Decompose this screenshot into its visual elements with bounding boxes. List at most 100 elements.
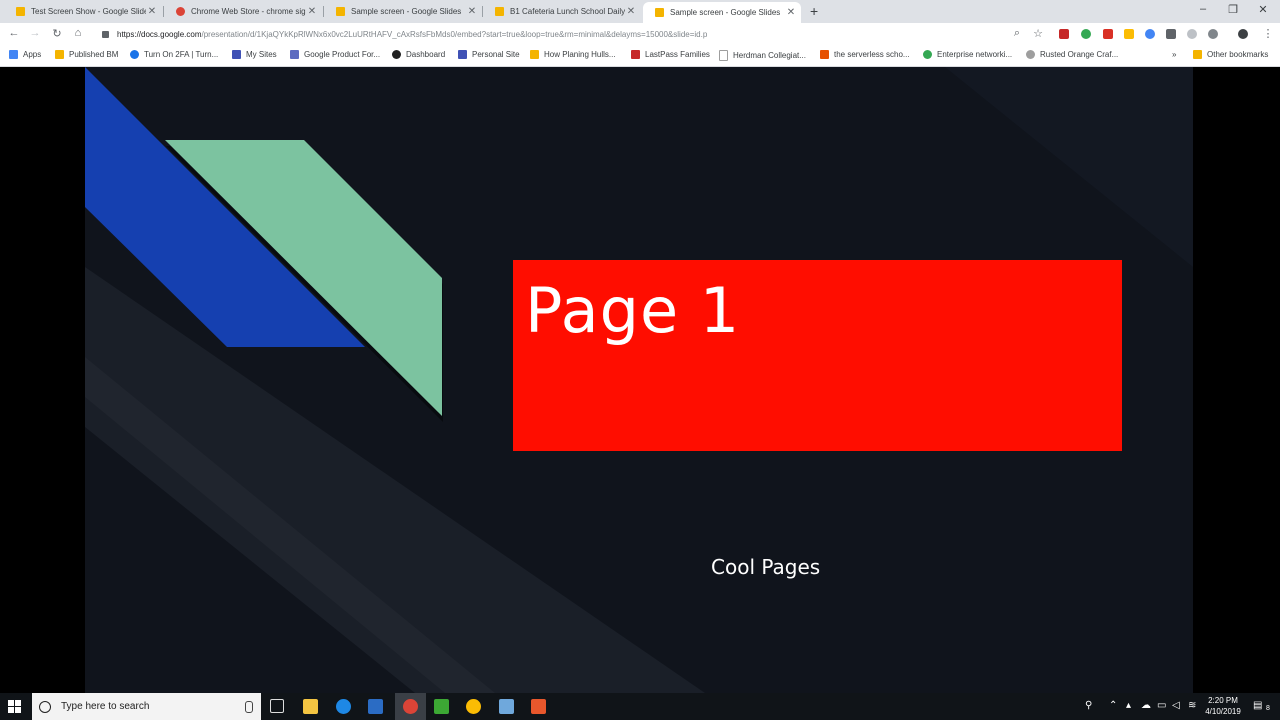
- browser-toolbar: ← → ↻ ⌂ https://docs.google.com/presenta…: [0, 23, 1280, 45]
- bookmarks-bar: Apps Published BM Turn On 2FA | Turn... …: [0, 45, 1280, 67]
- notification-center-icon[interactable]: ▤: [1253, 700, 1262, 711]
- bookmark-item[interactable]: How Planing Hulls...: [530, 50, 616, 59]
- slides-favicon-icon: [336, 7, 345, 16]
- sites-icon: [458, 50, 467, 59]
- people-icon[interactable]: ⚲: [1085, 700, 1092, 711]
- bookmark-favicon-icon: [130, 50, 139, 59]
- minimize-button[interactable]: –: [1188, 3, 1218, 15]
- extension-yellow-icon[interactable]: [1124, 29, 1134, 39]
- system-clock[interactable]: 2:20 PM 4/10/2019: [1200, 695, 1246, 717]
- tray-chevron-up-icon[interactable]: ⌃: [1109, 700, 1117, 711]
- taskbar: Type here to search ⚲ ⌃ ▴ ☁ ▭ ◁ ≋ 2:20 P…: [0, 693, 1280, 720]
- edge-browser-icon[interactable]: [336, 699, 351, 714]
- slide[interactable]: Page 1 Cool Pages: [85, 67, 1193, 693]
- search-placeholder: Type here to search: [61, 701, 150, 712]
- url-text: https://docs.google.com/presentation/d/1…: [117, 29, 708, 39]
- bookmark-item[interactable]: Enterprise networki...: [923, 50, 1012, 59]
- tab-2[interactable]: Chrome Web Store - chrome sig ✕: [164, 2, 322, 21]
- restore-button[interactable]: ❐: [1218, 3, 1248, 16]
- camtasia-icon[interactable]: [434, 699, 449, 714]
- chrome-secondary-icon[interactable]: [466, 699, 481, 714]
- tray-app-icon[interactable]: ▴: [1126, 700, 1131, 711]
- bookmark-item[interactable]: Turn On 2FA | Turn...: [130, 50, 218, 59]
- zoom-icon[interactable]: ⌕: [1009, 27, 1025, 40]
- bookmark-item[interactable]: Dashboard: [392, 50, 445, 59]
- bookmark-item[interactable]: the serverless scho...: [820, 50, 910, 59]
- lastpass-icon: [631, 50, 640, 59]
- apps-grid-icon: [9, 50, 18, 59]
- slides-favicon-icon: [16, 7, 25, 16]
- forward-button[interactable]: →: [27, 27, 43, 39]
- title-box: Page 1: [513, 260, 1122, 451]
- tab-title: Sample screen - Google Slides: [351, 7, 462, 16]
- tab-1[interactable]: Test Screen Show - Google Slides ✕: [4, 2, 162, 21]
- globe-icon: [1026, 50, 1035, 59]
- tab-3[interactable]: Sample screen - Google Slides ✕: [324, 2, 482, 21]
- forum-icon: [290, 50, 299, 59]
- chrome-icon[interactable]: [403, 699, 418, 714]
- address-bar[interactable]: https://docs.google.com/presentation/d/1…: [96, 24, 1046, 44]
- network-icon[interactable]: ≋: [1188, 700, 1196, 711]
- tab-strip: Test Screen Show - Google Slides ✕ Chrom…: [0, 0, 1280, 23]
- tab-title: Chrome Web Store - chrome sig: [191, 7, 306, 16]
- recorder-app-icon[interactable]: [531, 699, 546, 714]
- extension-grid-icon[interactable]: [1166, 29, 1176, 39]
- extension-green-icon[interactable]: [1081, 29, 1091, 39]
- tab-4[interactable]: B1 Cafeteria Lunch School Daily ✕: [483, 2, 641, 21]
- bookmarks-overflow-chevron-icon[interactable]: »: [1172, 50, 1176, 59]
- bookmark-item[interactable]: Personal Site: [458, 50, 520, 59]
- task-view-icon[interactable]: [270, 699, 284, 713]
- windows-start-icon[interactable]: [8, 700, 22, 714]
- taskbar-search-box[interactable]: Type here to search: [32, 693, 261, 720]
- extension-sync-icon[interactable]: [1208, 29, 1218, 39]
- extension-cloud-icon[interactable]: [1187, 29, 1197, 39]
- close-tab-icon[interactable]: ✕: [625, 6, 637, 17]
- tab-title: B1 Cafeteria Lunch School Daily: [510, 7, 625, 16]
- webstore-favicon-icon: [176, 7, 185, 16]
- bookmark-item[interactable]: Herdman Collegiat...: [719, 50, 806, 61]
- bookmark-star-icon[interactable]: ☆: [1030, 27, 1046, 40]
- menu-dots-icon[interactable]: ⋮: [1260, 27, 1276, 40]
- clock-date: 4/10/2019: [1205, 707, 1241, 716]
- file-explorer-icon[interactable]: [303, 699, 318, 714]
- bookmark-item[interactable]: LastPass Families: [631, 50, 710, 59]
- close-window-button[interactable]: ✕: [1248, 3, 1278, 16]
- dashboard-icon: [392, 50, 401, 59]
- slides-favicon-icon: [655, 8, 664, 17]
- lastpass-extension-icon[interactable]: [1059, 29, 1069, 39]
- bookmark-item-other[interactable]: Other bookmarks: [1193, 50, 1268, 59]
- back-button[interactable]: ←: [6, 27, 22, 39]
- volume-icon[interactable]: ◁: [1172, 700, 1180, 711]
- bookmark-item[interactable]: Apps: [9, 50, 41, 59]
- home-button[interactable]: ⌂: [70, 27, 86, 39]
- cortana-circle-icon: [39, 700, 51, 713]
- blogger-icon: [820, 50, 829, 59]
- tab-title: Test Screen Show - Google Slides: [31, 7, 146, 16]
- bookmark-item[interactable]: Google Product For...: [290, 50, 380, 59]
- new-tab-button[interactable]: +: [810, 3, 818, 19]
- slide-subtitle: Cool Pages: [711, 555, 821, 579]
- onedrive-cloud-icon[interactable]: ☁: [1141, 700, 1151, 711]
- app-icon[interactable]: [499, 699, 514, 714]
- close-tab-icon[interactable]: ✕: [306, 6, 318, 17]
- bookmark-item[interactable]: Published BM: [55, 50, 118, 59]
- tab-title: Sample screen - Google Slides: [670, 8, 781, 17]
- presentation-viewport: Page 1 Cool Pages: [0, 67, 1280, 693]
- bookmark-item[interactable]: My Sites: [232, 50, 277, 59]
- close-tab-icon[interactable]: ✕: [785, 7, 797, 18]
- slides-favicon-icon: [495, 7, 504, 16]
- close-tab-icon[interactable]: ✕: [466, 6, 478, 17]
- close-tab-icon[interactable]: ✕: [146, 6, 158, 17]
- tab-5-active[interactable]: Sample screen - Google Slides ✕: [643, 2, 801, 23]
- battery-icon[interactable]: ▭: [1157, 700, 1166, 711]
- bookmark-item[interactable]: Rusted Orange Craf...: [1026, 50, 1118, 59]
- extension-blue-icon[interactable]: [1145, 29, 1155, 39]
- profile-avatar[interactable]: [1238, 29, 1248, 39]
- reload-button[interactable]: ↻: [49, 27, 65, 40]
- folder-icon: [55, 50, 64, 59]
- clock-time: 2:20 PM: [1208, 696, 1238, 705]
- store-icon[interactable]: [368, 699, 383, 714]
- microphone-icon[interactable]: [245, 700, 253, 713]
- extension-red-icon[interactable]: [1103, 29, 1113, 39]
- lock-icon: [102, 30, 109, 38]
